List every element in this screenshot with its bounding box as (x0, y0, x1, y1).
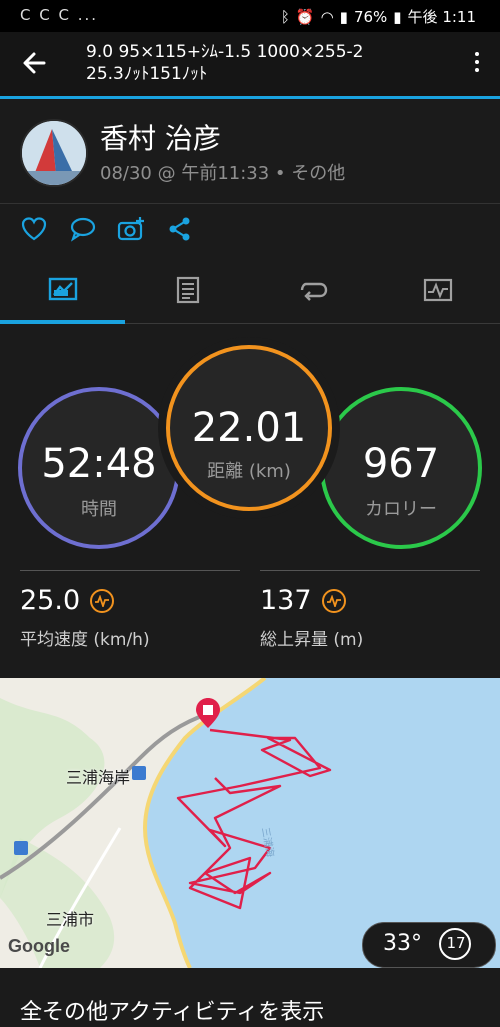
tab-details[interactable] (125, 255, 250, 325)
train-station-icon (132, 766, 146, 780)
elevation-value: 137 (260, 585, 312, 616)
status-right: ᛒ ⏰ ◠ ▮ 76% ▮ 午後 1:11 (281, 6, 476, 27)
distance-circle: 22.01 距離 (km) (166, 345, 332, 511)
status-bar: C C C ... ᛒ ⏰ ◠ ▮ 76% ▮ 午後 1:11 (0, 0, 500, 32)
view-all-activities-link[interactable]: 全その他アクティビティを表示 (20, 994, 324, 1026)
wind-speed: 17 (446, 934, 466, 952)
add-photo-icon[interactable] (116, 215, 146, 243)
document-icon (176, 276, 199, 304)
comment-icon[interactable] (68, 215, 98, 243)
stat-divider-right (260, 570, 480, 571)
social-actions (0, 203, 500, 256)
summary-chart-icon (48, 277, 77, 301)
notification-icons: C C C ... (20, 6, 99, 24)
signal-icon: ▮ (339, 7, 348, 26)
activity-meta: 08/30 @ 午前11:33 • その他 (100, 163, 346, 184)
battery-percent: 76% (353, 7, 388, 26)
calories-label: カロリー (365, 499, 437, 520)
weather-badge[interactable]: 33° 17 (362, 922, 496, 968)
app-bar: 9.0 95×115+ｼﾑ-1.5 1000×255-2 25.3ﾉｯﾄ151ﾉ… (0, 32, 500, 96)
tab-charts[interactable] (375, 255, 500, 325)
avg-speed-label: 平均速度 (km/h) (20, 630, 150, 650)
stat-divider-left (20, 570, 240, 571)
activity-map[interactable]: 三浦海 三浦海岸 三浦市 Google 33° 17 (0, 678, 500, 968)
avg-speed-row: 25.0 (20, 585, 115, 616)
heart-rate-badge-icon (90, 588, 115, 613)
time-label: 時間 (81, 499, 117, 520)
distance-value: 22.01 (191, 405, 307, 451)
laps-loop-icon (300, 282, 327, 301)
activity-title: 9.0 95×115+ｼﾑ-1.5 1000×255-2 25.3ﾉｯﾄ151ﾉ… (86, 41, 364, 85)
map-label-city: 三浦市 (46, 910, 95, 929)
overflow-menu-icon[interactable] (470, 48, 484, 78)
wifi-icon: ◠ (320, 7, 334, 26)
elevation-label: 総上昇量 (m) (260, 630, 364, 650)
battery-icon: ▮ (393, 7, 402, 26)
active-tab-indicator (0, 320, 125, 324)
google-logo: Google (8, 936, 70, 956)
athlete-name: 香村 治彦 (100, 122, 221, 155)
heart-rate-badge-icon (321, 588, 346, 613)
bluetooth-icon: ᛒ (280, 7, 290, 26)
activity-tabs (0, 255, 500, 325)
distance-label: 距離 (km) (207, 461, 291, 482)
profile-section: 香村 治彦 08/30 @ 午前11:33 • その他 (0, 99, 500, 204)
activity-title-line1: 9.0 95×115+ｼﾑ-1.5 1000×255-2 (86, 42, 364, 62)
time-value: 52:48 (41, 441, 157, 487)
tab-summary[interactable] (0, 255, 125, 325)
map-label-station: 三浦海岸 (66, 768, 131, 787)
tabs-divider (125, 323, 500, 324)
alarm-icon: ⏰ (295, 7, 315, 26)
heart-rate-chart-icon (423, 278, 452, 302)
avg-speed-value: 25.0 (20, 585, 81, 616)
footer: 全その他アクティビティを表示 (0, 968, 500, 1027)
time-circle: 52:48 時間 (18, 387, 180, 549)
activity-title-line2: 25.3ﾉｯﾄ151ﾉｯﾄ (86, 64, 208, 84)
elevation-row: 137 (260, 585, 346, 616)
back-arrow-icon[interactable] (20, 46, 50, 80)
clock: 午後 1:11 (407, 8, 476, 26)
calories-value: 967 (362, 441, 440, 487)
avatar[interactable] (20, 119, 88, 187)
tab-laps[interactable] (250, 255, 375, 325)
stats-panel: 52:48 時間 967 カロリー 22.01 距離 (km) 25.0 平均速… (0, 325, 500, 678)
temperature: 33° (383, 931, 422, 956)
like-heart-icon[interactable] (20, 215, 50, 243)
share-icon[interactable] (166, 215, 196, 243)
calories-circle: 967 カロリー (320, 387, 482, 549)
train-station-icon (14, 841, 28, 855)
